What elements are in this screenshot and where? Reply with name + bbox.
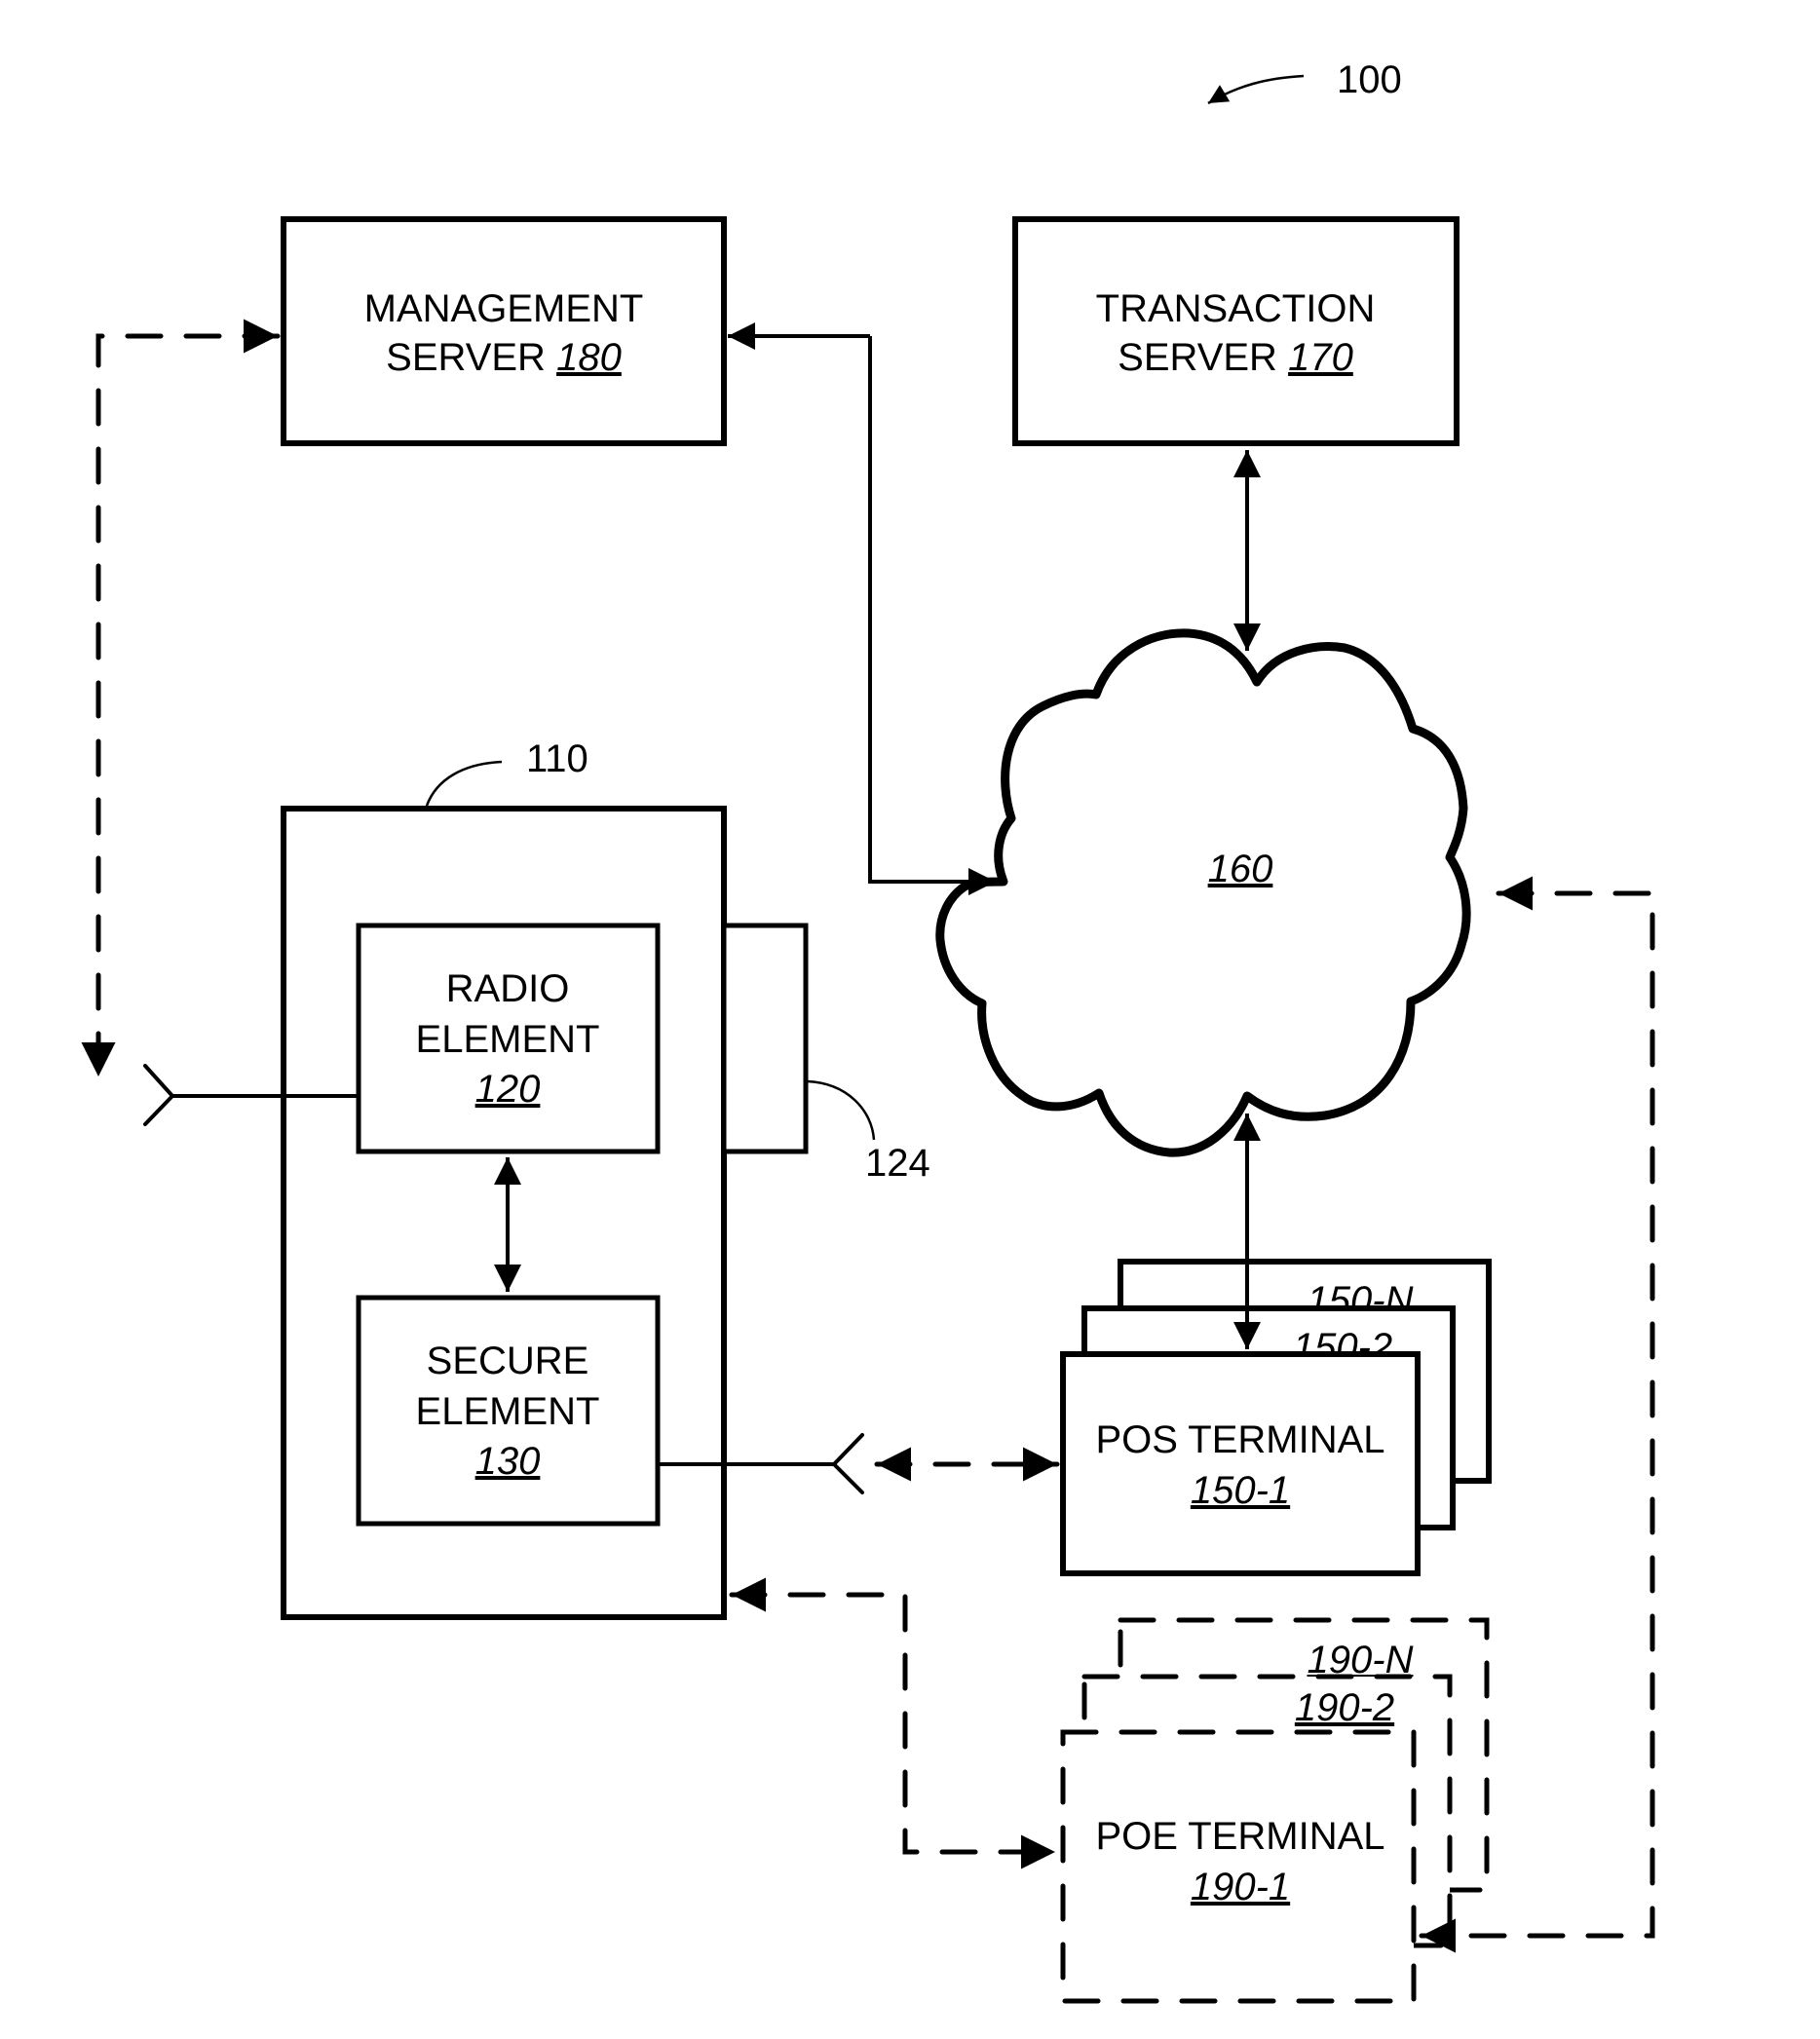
pos-terminal-1-ref: 150-1 bbox=[1191, 1469, 1290, 1512]
figure-reference-label: 100 bbox=[1337, 58, 1402, 101]
radio-element-line2: ELEMENT bbox=[416, 1018, 600, 1061]
poe-terminal-2-ref: 190-2 bbox=[1295, 1686, 1394, 1729]
pos-terminal-1-label: POS TERMINAL bbox=[1095, 1418, 1384, 1461]
secure-element-ref: 130 bbox=[475, 1440, 541, 1483]
device-ref: 110 bbox=[526, 737, 588, 780]
transaction-server-line2: SERVER 170 bbox=[1118, 336, 1353, 379]
secure-element-line2: ELEMENT bbox=[416, 1390, 600, 1433]
network-ref: 160 bbox=[1208, 848, 1273, 890]
secure-element-line1: SECURE bbox=[427, 1340, 589, 1382]
poe-terminal-1-ref: 190-1 bbox=[1191, 1866, 1290, 1908]
mobile-device[interactable]: 110 124 RADIO ELEMENT 120 SECURE ELEMENT… bbox=[281, 737, 930, 1620]
management-server-line2: SERVER 180 bbox=[386, 336, 622, 379]
radio-element[interactable]: RADIO ELEMENT 120 bbox=[356, 923, 661, 1154]
poe-terminal-stack[interactable]: 190-N 190-2 POE TERMINAL 190-1 bbox=[1060, 1617, 1490, 2004]
radio-element-line1: RADIO bbox=[446, 967, 570, 1010]
device-tab bbox=[721, 923, 809, 1154]
radio-element-ref: 120 bbox=[475, 1068, 541, 1111]
device-ref-leader bbox=[425, 760, 503, 807]
network-cloud[interactable]: 160 bbox=[935, 628, 1471, 1157]
device-tab-leader bbox=[807, 1079, 876, 1141]
management-server[interactable]: MANAGEMENT SERVER 180 bbox=[281, 216, 727, 446]
pos-terminal-1[interactable] bbox=[1060, 1351, 1421, 1576]
system-diagram: 100 MANAGEMENT SERVER 180 TRANSACTION SE… bbox=[81, 58, 1655, 2004]
transaction-server-line1: TRANSACTION bbox=[1096, 287, 1376, 330]
management-to-device-ota-link bbox=[81, 319, 281, 1079]
management-server-line1: MANAGEMENT bbox=[364, 287, 644, 330]
transaction-server-ref: 170 bbox=[1288, 336, 1353, 379]
management-server-ref: 180 bbox=[556, 336, 622, 379]
poe-terminal-1-label: POE TERMINAL bbox=[1095, 1815, 1384, 1858]
management-to-network-link bbox=[868, 336, 996, 895]
device-to-poe-link bbox=[729, 1577, 1058, 1869]
pos-terminal-stack[interactable]: 150-N 150-2 POS TERMINAL 150-1 bbox=[1060, 1259, 1492, 1576]
figure-reference-leader bbox=[1207, 74, 1305, 105]
device-tab-ref: 124 bbox=[865, 1142, 930, 1185]
secure-element[interactable]: SECURE ELEMENT 130 bbox=[356, 1295, 661, 1527]
transaction-server[interactable]: TRANSACTION SERVER 170 bbox=[1012, 216, 1460, 446]
figure-reference: 100 bbox=[1207, 58, 1402, 105]
